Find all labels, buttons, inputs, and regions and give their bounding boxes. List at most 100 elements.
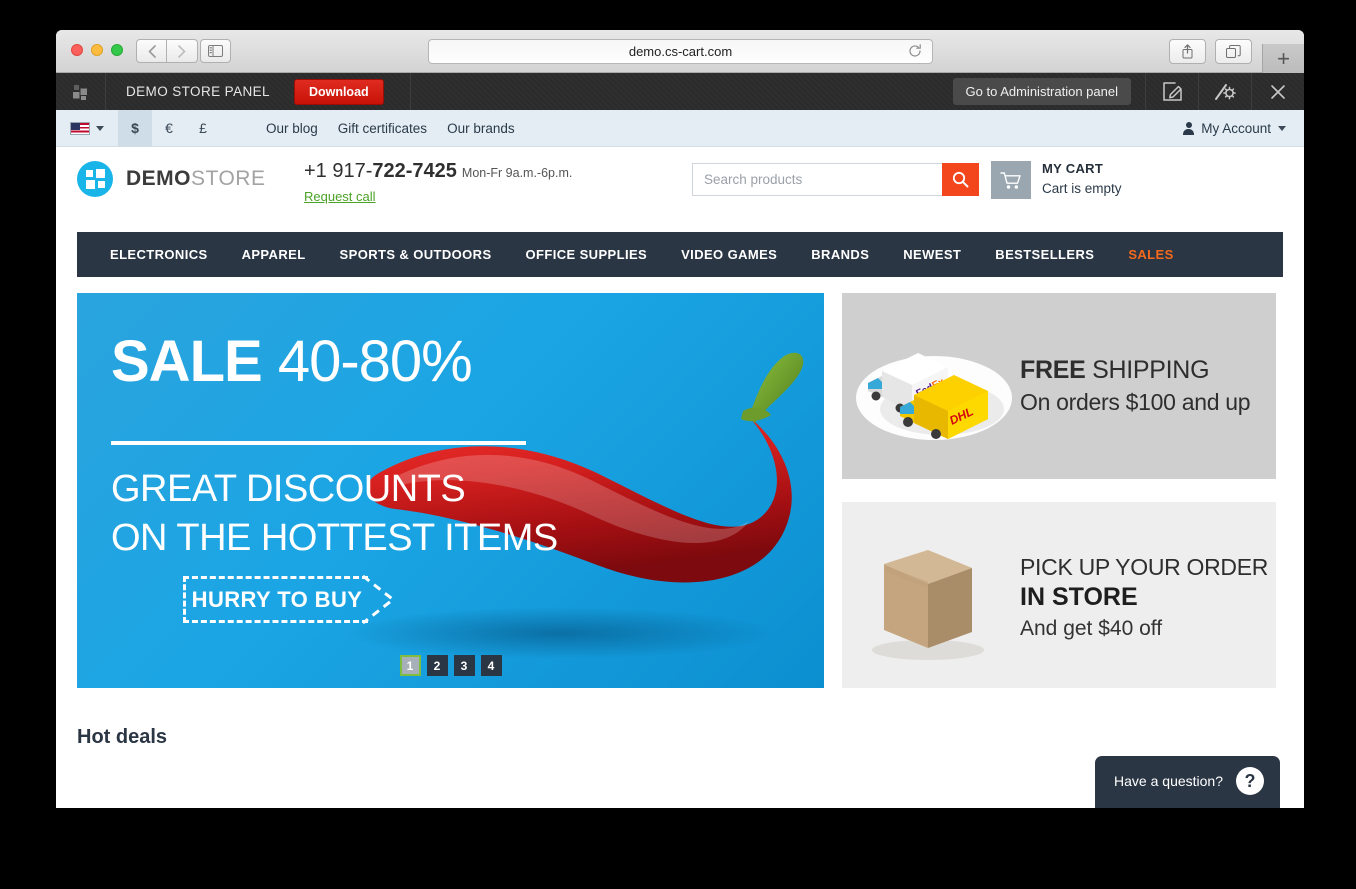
- close-icon[interactable]: [1251, 73, 1304, 110]
- sidebar-toggle-icon[interactable]: [200, 39, 231, 63]
- cardboard-box-image: [842, 502, 1020, 688]
- search-box: [692, 163, 979, 196]
- currency-gbp[interactable]: £: [186, 110, 220, 147]
- hero-title-bold: SALE: [111, 329, 263, 394]
- link-gift-certificates[interactable]: Gift certificates: [338, 121, 427, 136]
- show-tabs-icon[interactable]: [1215, 39, 1252, 64]
- promo-free-shipping-subtitle: On orders $100 and up: [1020, 389, 1251, 415]
- nav-video-games[interactable]: VIDEO GAMES: [664, 247, 794, 262]
- navigation-buttons: [136, 39, 198, 63]
- hurry-to-buy-label: HURRY TO BUY: [183, 576, 368, 623]
- phone-main: 722-7425: [372, 160, 457, 182]
- close-window-button[interactable]: [71, 44, 83, 56]
- hurry-to-buy-button[interactable]: HURRY TO BUY: [183, 574, 396, 625]
- logo-mark-icon: [77, 161, 113, 197]
- admin-panel-title: DEMO STORE PANEL: [126, 84, 270, 99]
- maximize-window-button[interactable]: [111, 44, 123, 56]
- browser-window: demo.cs-cart.com + DEMO STORE PANEL Down…: [56, 30, 1304, 808]
- cart-title: MY CART: [1042, 161, 1104, 176]
- browser-toolbar: demo.cs-cart.com +: [56, 30, 1304, 73]
- hero-divider: [111, 441, 526, 445]
- promo-pickup-in-store[interactable]: PICK UP YOUR ORDER IN STORE And get $40 …: [842, 502, 1276, 688]
- link-our-blog[interactable]: Our blog: [266, 121, 318, 136]
- nav-electronics[interactable]: ELECTRONICS: [93, 247, 225, 262]
- hero-pagination: 1 2 3 4: [399, 655, 502, 676]
- promo-column: Fed Ex DHL: [842, 293, 1276, 688]
- promo-pickup-subtitle: And get $40 off: [1020, 616, 1163, 640]
- admin-bar-right: Go to Administration panel: [952, 73, 1304, 110]
- hot-deals-heading: Hot deals: [77, 726, 168, 748]
- forward-button[interactable]: [167, 39, 198, 63]
- admin-panel-bar: DEMO STORE PANEL Download Go to Administ…: [56, 73, 1304, 110]
- nav-apparel[interactable]: APPAREL: [225, 247, 323, 262]
- go-to-administration-panel-button[interactable]: Go to Administration panel: [952, 78, 1131, 105]
- question-mark-icon: ?: [1236, 767, 1264, 795]
- chat-label: Have a question?: [1114, 773, 1223, 789]
- hero-page-1[interactable]: 1: [399, 655, 421, 676]
- wand-gear-icon[interactable]: [1198, 73, 1251, 110]
- hero-title: SALE 40-80%: [111, 333, 473, 391]
- currency-eur[interactable]: €: [152, 110, 186, 147]
- cart-status: Cart is empty: [1042, 181, 1122, 196]
- back-button[interactable]: [136, 39, 167, 63]
- hero-page-2[interactable]: 2: [426, 655, 448, 676]
- contact-block: +1 917-722-7425 Mon-Fr 9a.m.-6p.m. Reques…: [304, 160, 572, 206]
- promo-pickup-title-light: PICK UP YOUR ORDER: [1020, 553, 1269, 580]
- edit-icon[interactable]: [1145, 73, 1198, 110]
- grid-icon[interactable]: [56, 73, 106, 110]
- search-input[interactable]: [692, 163, 942, 196]
- link-our-brands[interactable]: Our brands: [447, 121, 515, 136]
- new-tab-button[interactable]: +: [1262, 44, 1304, 73]
- promo-free-shipping-text: FREE SHIPPING On orders $100 and up: [1020, 356, 1276, 416]
- nav-office-supplies[interactable]: OFFICE SUPPLIES: [509, 247, 665, 262]
- new-tab-label: +: [1277, 45, 1290, 71]
- download-button[interactable]: Download: [293, 78, 384, 105]
- phone-prefix: +1 917-: [304, 160, 373, 182]
- search-icon: [952, 171, 969, 188]
- phone-number: +1 917-722-7425 Mon-Fr 9a.m.-6p.m.: [304, 160, 572, 183]
- chevron-down-icon: [96, 125, 104, 131]
- cart-icon: [991, 161, 1031, 199]
- hero-subtitle-line1: GREAT DISCOUNTS: [111, 468, 466, 510]
- logo-text-light: STORE: [191, 167, 266, 190]
- chat-widget[interactable]: Have a question? ?: [1095, 756, 1280, 808]
- request-call-link[interactable]: Request call: [304, 189, 376, 204]
- nav-brands[interactable]: BRANDS: [794, 247, 886, 262]
- language-selector[interactable]: [56, 110, 118, 147]
- promo-pickup-text: PICK UP YOUR ORDER IN STORE And get $40 …: [1020, 550, 1276, 641]
- hero-subtitle: GREAT DISCOUNTS ON THE HOTTEST ITEMS: [111, 465, 558, 562]
- person-icon: [1183, 121, 1195, 135]
- main-navigation: ELECTRONICS APPAREL SPORTS & OUTDOORS OF…: [77, 232, 1283, 277]
- currency-usd[interactable]: $: [118, 109, 152, 147]
- nav-sports-outdoors[interactable]: SPORTS & OUTDOORS: [323, 247, 509, 262]
- hero-page-4[interactable]: 4: [480, 655, 502, 676]
- cart-widget[interactable]: MY CART Cart is empty: [991, 161, 1122, 199]
- search-button[interactable]: [942, 163, 979, 196]
- nav-bestsellers[interactable]: BESTSELLERS: [978, 247, 1111, 262]
- promo-free-shipping-title: FREE SHIPPING: [1020, 356, 1276, 385]
- hero-page-3[interactable]: 3: [453, 655, 475, 676]
- topbar-links: Our blog Gift certificates Our brands: [266, 121, 515, 136]
- nav-sales[interactable]: SALES: [1111, 247, 1190, 262]
- main-content: SALE 40-80% GREAT DISCOUNTS ON THE HOTTE…: [56, 277, 1304, 688]
- store-topbar: $ € £ Our blog Gift certificates Our bra…: [56, 109, 1304, 147]
- hero-banner[interactable]: SALE 40-80% GREAT DISCOUNTS ON THE HOTTE…: [77, 293, 824, 688]
- share-icon[interactable]: [1169, 39, 1206, 64]
- store-logo[interactable]: DEMOSTORE: [77, 161, 265, 197]
- reload-icon[interactable]: [908, 44, 922, 61]
- logo-text-bold: DEMO: [126, 167, 191, 190]
- admin-divider: [409, 73, 411, 110]
- delivery-trucks-image: Fed Ex DHL: [842, 293, 1020, 479]
- my-account-menu[interactable]: My Account: [1183, 121, 1286, 136]
- my-account-label: My Account: [1201, 120, 1271, 136]
- minimize-window-button[interactable]: [91, 44, 103, 56]
- promo-free-shipping-title-bold: FREE: [1020, 356, 1086, 384]
- cart-text: MY CART Cart is empty: [1042, 161, 1122, 196]
- logo-text: DEMOSTORE: [126, 167, 265, 191]
- url-text: demo.cs-cart.com: [628, 44, 733, 59]
- nav-newest[interactable]: NEWEST: [886, 247, 978, 262]
- address-bar[interactable]: demo.cs-cart.com: [428, 39, 933, 64]
- promo-free-shipping[interactable]: Fed Ex DHL: [842, 293, 1276, 479]
- chevron-down-icon: [1278, 125, 1286, 131]
- arrow-right-icon: [362, 574, 396, 625]
